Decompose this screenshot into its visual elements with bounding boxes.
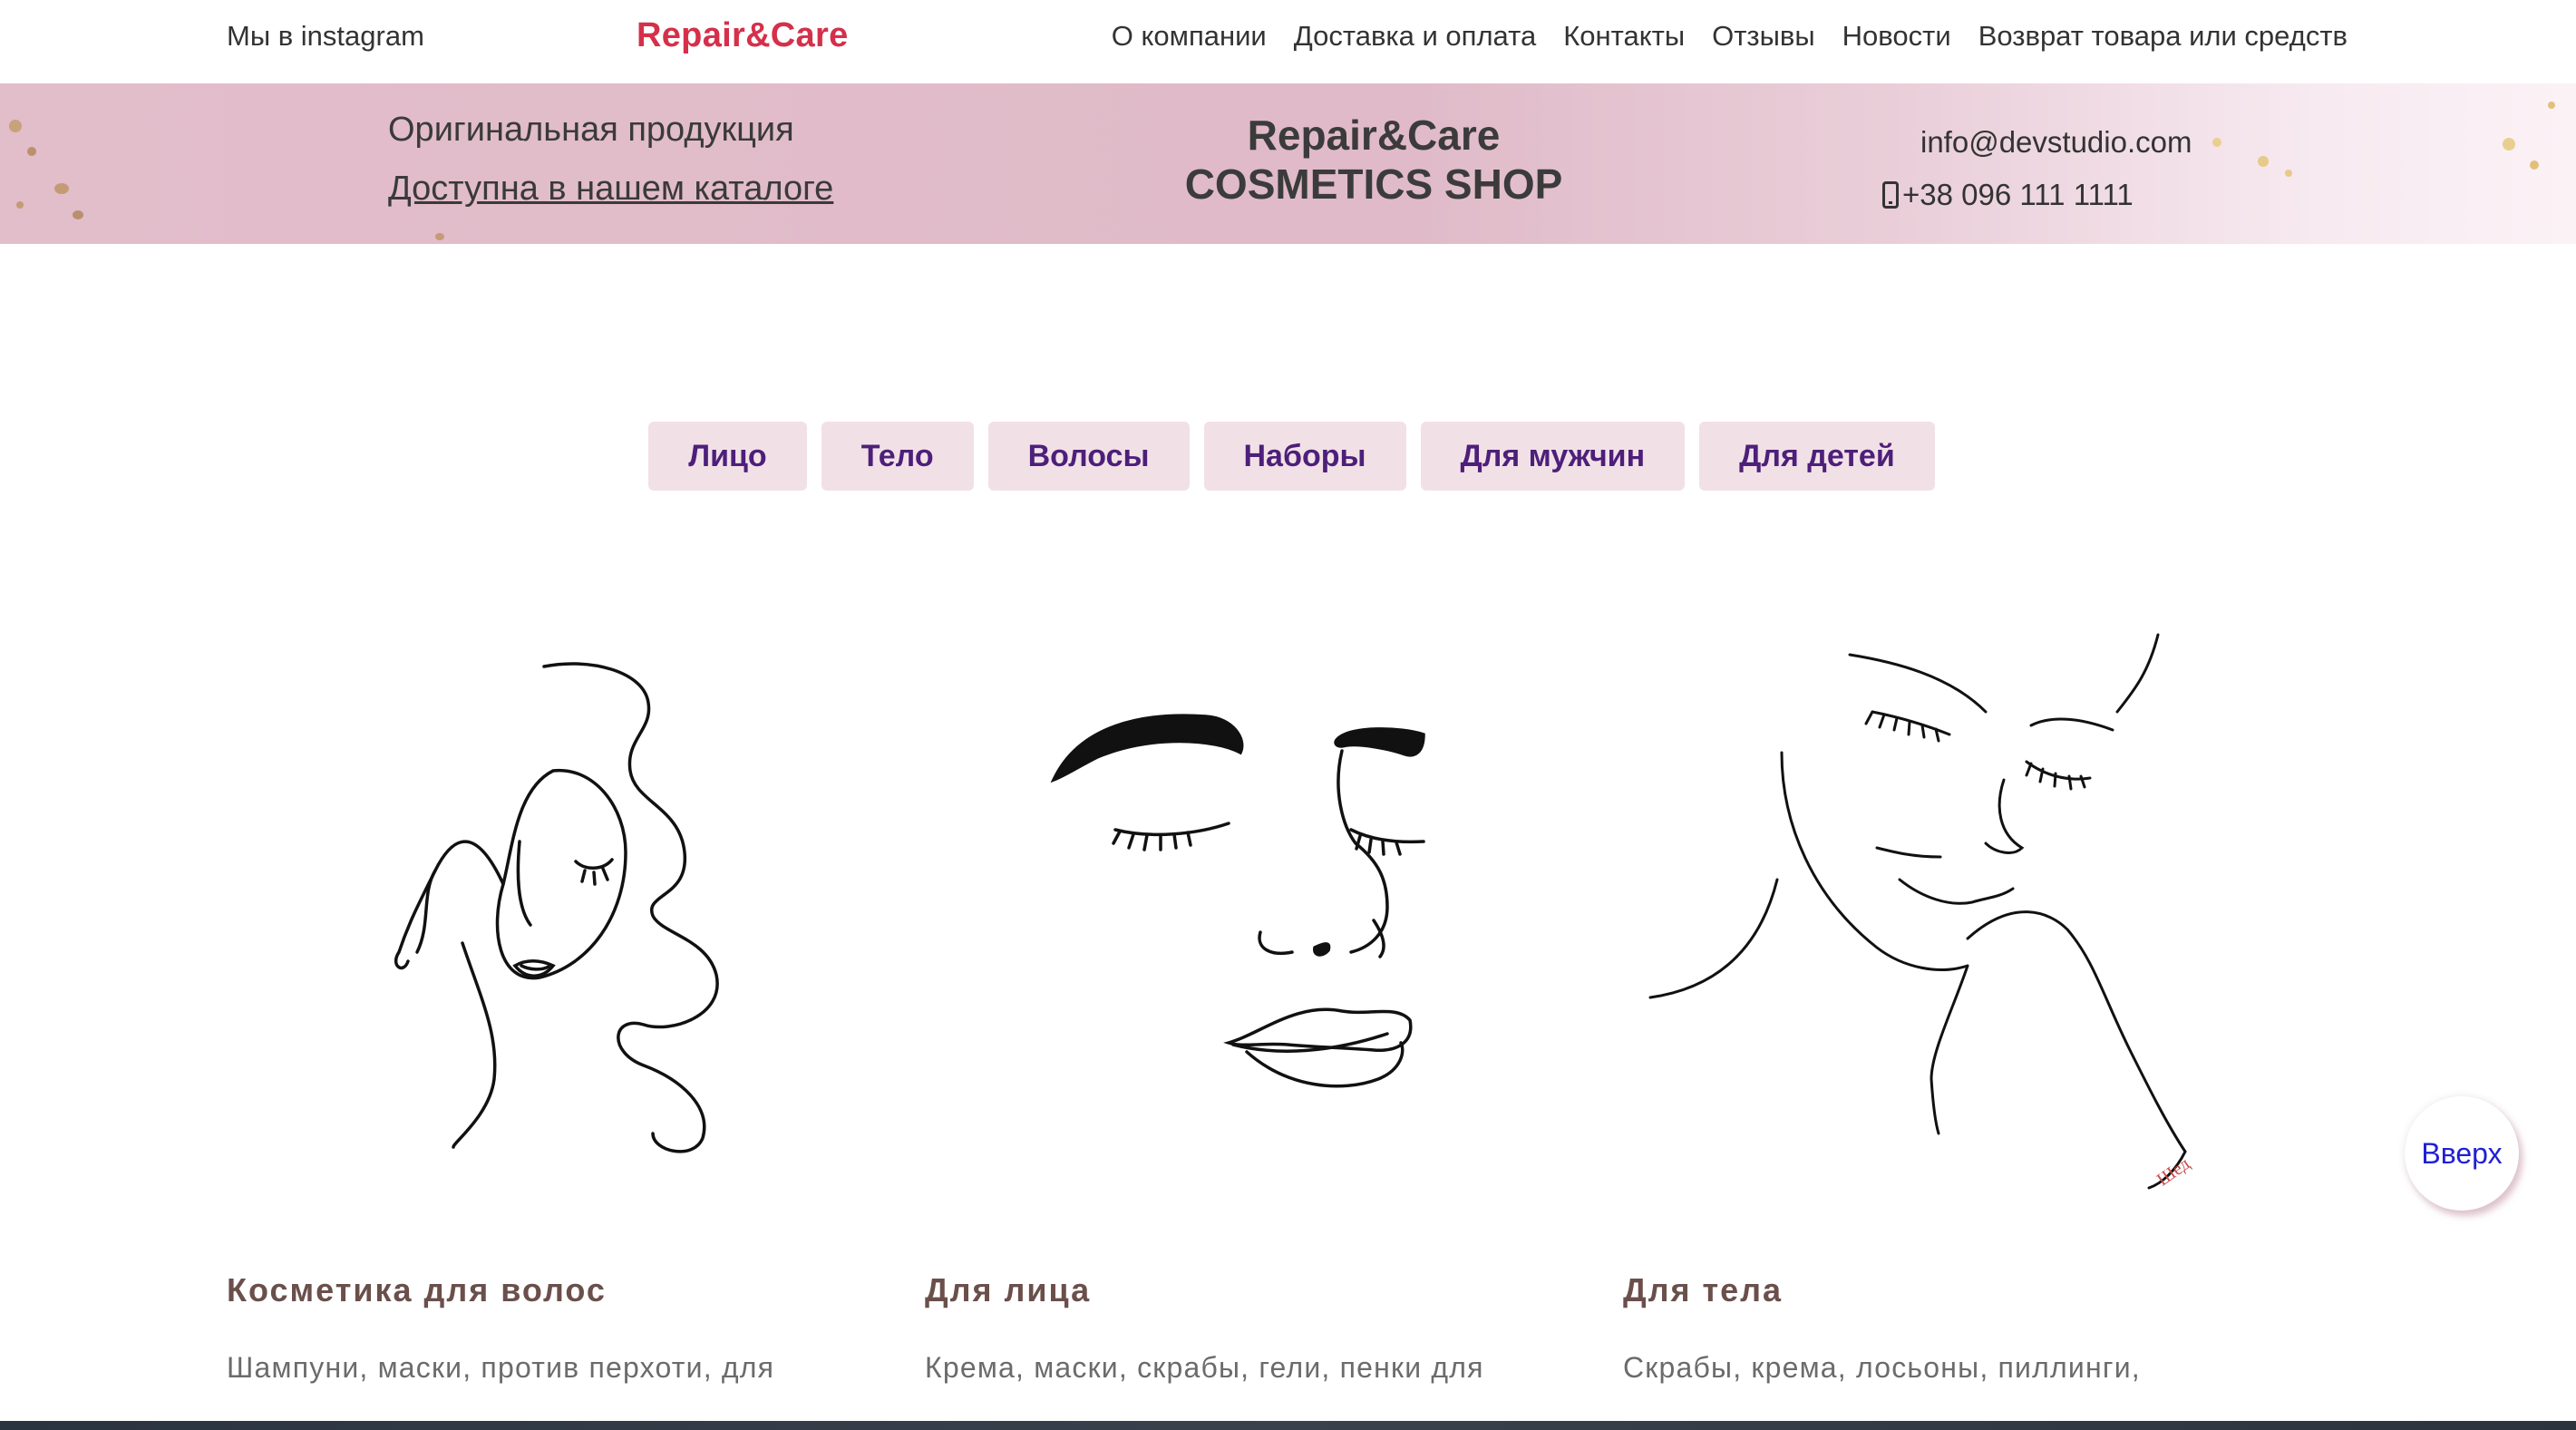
gold-fleck-decoration <box>2212 138 2221 147</box>
scroll-to-top-button[interactable]: Вверх <box>2405 1096 2519 1211</box>
brand-line-2: COSMETICS SHOP <box>1184 161 1563 208</box>
gold-fleck-decoration <box>9 120 22 132</box>
gold-fleck-decoration <box>16 201 24 209</box>
column-title-body[interactable]: Для тела <box>1623 1271 1783 1309</box>
gold-fleck-decoration <box>2530 161 2539 170</box>
gold-fleck-decoration <box>435 233 444 240</box>
bottom-edge-bar <box>0 1421 2576 1430</box>
menu-item-about[interactable]: О компании <box>1112 20 1267 53</box>
menu-item-delivery[interactable]: Доставка и оплата <box>1294 20 1536 53</box>
column-text-body: Скрабы, крема, лосьоны, пиллинги, <box>1623 1351 2141 1384</box>
category-face[interactable]: Лицо <box>648 422 807 491</box>
phone-number: +38 096 111 1111 <box>1902 178 2134 211</box>
menu-item-contacts[interactable]: Контакты <box>1563 20 1685 53</box>
promo-banner: Оригинальная продукция Доступна в нашем … <box>0 83 2576 244</box>
menu-item-reviews[interactable]: Отзывы <box>1712 20 1815 53</box>
gold-fleck-decoration <box>2258 156 2269 167</box>
category-sets[interactable]: Наборы <box>1203 422 1406 491</box>
category-men[interactable]: Для мужчин <box>1420 422 1686 491</box>
column-text-face: Крема, маски, скрабы, гели, пенки для <box>925 1351 1484 1384</box>
hair-woman-illustration[interactable] <box>381 653 816 1161</box>
gold-fleck-decoration <box>2285 170 2292 177</box>
category-hair[interactable]: Волосы <box>987 422 1190 491</box>
column-text-hair: Шампуни, маски, против перхоти, для <box>227 1351 775 1384</box>
gold-fleck-decoration <box>73 210 83 219</box>
gold-fleck-decoration <box>54 183 69 194</box>
column-title-hair[interactable]: Косметика для волос <box>227 1271 607 1309</box>
gold-fleck-decoration <box>2548 102 2555 109</box>
site-logo[interactable]: Repair&Care <box>637 16 849 55</box>
catalog-link[interactable]: Доступна в нашем каталоге <box>388 170 833 209</box>
column-title-face[interactable]: Для лица <box>925 1271 1091 1309</box>
original-products-text: Оригинальная продукция <box>388 111 794 149</box>
main-menu: О компании Доставка и оплата Контакты От… <box>1112 20 2348 53</box>
svg-text:Шед: Шед <box>2153 1153 2194 1190</box>
menu-item-news[interactable]: Новости <box>1842 20 1951 53</box>
category-kids[interactable]: Для детей <box>1699 422 1935 491</box>
contact-email[interactable]: info@devstudio.com <box>1920 125 2192 160</box>
instagram-link[interactable]: Мы в instagram <box>227 20 424 53</box>
category-tabs: Лицо Тело Волосы Наборы Для мужчин Для д… <box>0 422 2576 491</box>
brand-line-1: Repair&Care <box>1247 112 1501 159</box>
category-body[interactable]: Тело <box>821 422 974 491</box>
brand-title: Repair&Care COSMETICS SHOP <box>1170 111 1578 209</box>
top-navigation: Мы в instagram Repair&Care О компании До… <box>0 0 2576 83</box>
phone-icon <box>1882 181 1899 209</box>
gold-fleck-decoration <box>27 147 36 156</box>
gold-fleck-decoration <box>2503 138 2515 151</box>
shoulder-woman-illustration[interactable]: Шед <box>1641 626 2240 1206</box>
contact-phone[interactable]: +38 096 111 1111 <box>1882 178 2134 212</box>
menu-item-returns[interactable]: Возврат товара или средств <box>1978 20 2348 53</box>
face-illustration[interactable] <box>1043 689 1460 1106</box>
